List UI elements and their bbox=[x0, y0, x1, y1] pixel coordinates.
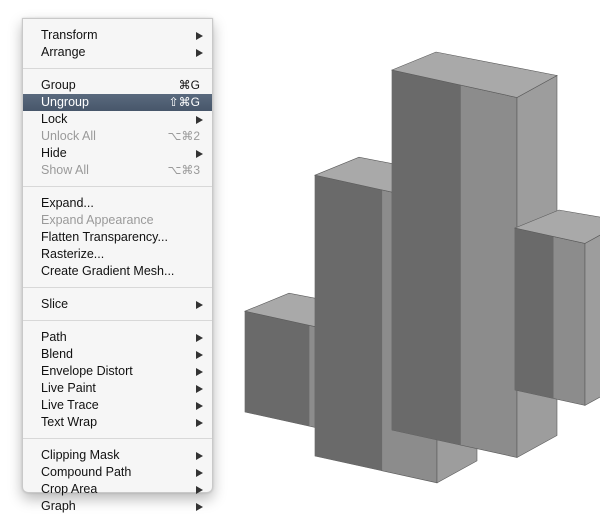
bar-shaded-face bbox=[315, 175, 383, 471]
bar-shaded-face bbox=[515, 228, 554, 399]
bar-shaded-face bbox=[392, 70, 461, 446]
3d-bar-graph-artwork bbox=[243, 51, 600, 484]
bar-shaded-face bbox=[245, 311, 310, 427]
graph-bar-4 bbox=[513, 209, 600, 406]
bar-side-face bbox=[584, 234, 600, 406]
